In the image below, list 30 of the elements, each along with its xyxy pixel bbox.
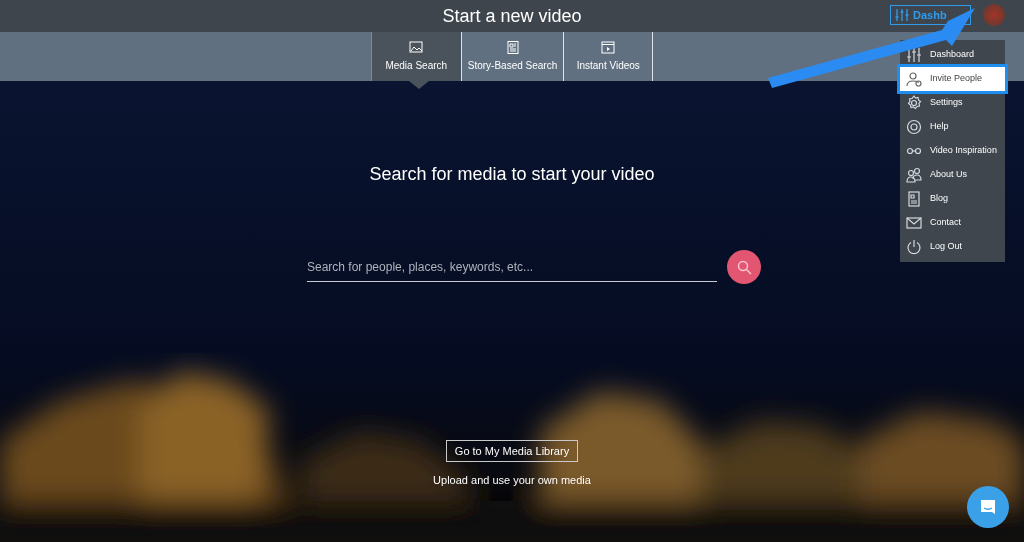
video-icon bbox=[601, 40, 616, 54]
search-icon bbox=[736, 259, 752, 275]
sliders-icon bbox=[906, 47, 922, 63]
menu-item[interactable]: Dashboard bbox=[900, 43, 1005, 67]
menu-item[interactable]: Help bbox=[900, 115, 1005, 139]
tab[interactable]: Media Search bbox=[370, 32, 461, 81]
sliders-icon bbox=[895, 8, 909, 22]
menu-item[interactable]: Invite People bbox=[900, 67, 1005, 91]
lifebuoy-icon bbox=[906, 119, 922, 135]
media-library-button[interactable]: Go to My Media Library bbox=[445, 440, 579, 462]
menu-item[interactable]: Log Out bbox=[900, 235, 1005, 259]
search-field[interactable]: Search for people, places, keywords, etc... bbox=[307, 252, 717, 282]
menu-item[interactable]: Video Inspiration bbox=[900, 139, 1005, 163]
library-caption: Upload and use your own media bbox=[433, 473, 591, 488]
people-icon bbox=[906, 167, 922, 183]
envelope-icon bbox=[906, 215, 922, 231]
power-icon bbox=[906, 239, 922, 255]
menu-item[interactable]: Contact bbox=[900, 211, 1005, 235]
menu-item[interactable]: About Us bbox=[900, 163, 1005, 187]
tab-pointer bbox=[409, 81, 429, 89]
gear-icon bbox=[906, 95, 922, 111]
menu-item[interactable]: Settings bbox=[900, 91, 1005, 115]
heading: Search for media to start your video bbox=[369, 163, 655, 186]
chat-icon bbox=[979, 498, 997, 516]
person-plus-icon bbox=[906, 71, 922, 87]
document-icon bbox=[906, 191, 922, 207]
document-icon bbox=[505, 40, 520, 54]
menu-item[interactable]: Blog bbox=[900, 187, 1005, 211]
image-icon bbox=[409, 40, 424, 54]
page-title: Start a new video bbox=[442, 4, 582, 28]
